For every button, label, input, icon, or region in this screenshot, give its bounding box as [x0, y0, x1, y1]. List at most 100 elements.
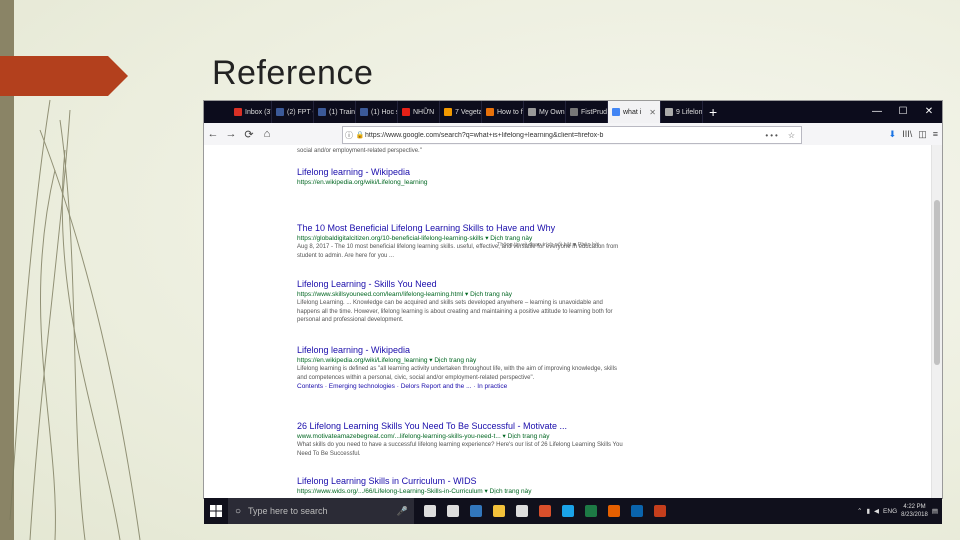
start-button[interactable] [204, 505, 228, 517]
taskbar-apps [418, 498, 671, 524]
result-title[interactable]: Lifelong learning - Wikipedia [297, 167, 627, 178]
search-icon: ○ [234, 505, 242, 517]
title-arrow-tag [0, 56, 128, 96]
skype-icon-glyph [561, 505, 574, 517]
google-icon [612, 108, 620, 116]
language-indicator[interactable]: ENG [883, 508, 897, 515]
tab-label: (1) Trainin [329, 108, 356, 116]
page-actions-icon[interactable]: ••• [761, 131, 783, 140]
result-snippet: Aug 8, 2017 - The 10 most beneficial lif… [297, 244, 619, 259]
reload-button[interactable]: ⟳ [240, 128, 258, 141]
excel-icon[interactable] [579, 498, 602, 524]
url-bar[interactable]: ⓘ 🔒 https://www.google.com/search?q=what… [342, 126, 802, 144]
result-item: The 10 Most Beneficial Lifelong Learning… [297, 223, 627, 260]
page-icon [570, 108, 578, 116]
result-url[interactable]: https://en.wikipedia.org/wiki/Lifelong_l… [297, 356, 627, 365]
maximize-button[interactable]: ☐ [890, 101, 916, 123]
bookmark-icon [486, 108, 494, 116]
excel-icon-glyph [584, 505, 597, 517]
browser-tab[interactable]: what i ✕ [608, 101, 661, 123]
new-tab-button[interactable]: + [703, 104, 723, 120]
browser-tab[interactable]: (1) Hoc sit [356, 101, 398, 123]
people-icon[interactable]: ⌃ [857, 507, 862, 515]
volume-icon[interactable]: ◀ [874, 507, 879, 515]
powerpoint-icon[interactable] [648, 498, 671, 524]
browser-tab[interactable]: How to fin [482, 101, 524, 123]
tab-label: FistPrudingAp [581, 108, 608, 116]
browser-window: Inbox (375) (2) FPT Ob (1) Trainin (1) Hoc … [204, 101, 942, 498]
forward-button[interactable]: → [222, 128, 240, 140]
minimize-button[interactable]: — [864, 101, 890, 123]
taskbar-search[interactable]: ○ Type here to search 🎤 [228, 498, 414, 524]
tab-label: My Own F [539, 108, 565, 116]
clock-time: 4:22 PM [903, 504, 926, 510]
clock[interactable]: 4:22 PM 8/23/2018 [901, 503, 928, 519]
folder-icon[interactable] [487, 498, 510, 524]
outlook-icon-glyph [630, 505, 643, 517]
clock-date: 8/23/2018 [901, 512, 928, 518]
store-icon[interactable] [441, 498, 464, 524]
nav-bar: ← → ⟳ ⌂ ⓘ 🔒 https://www.google.com/searc… [204, 123, 942, 146]
browser-tab[interactable]: FistPrudingAp [566, 101, 608, 123]
task-view-icon[interactable] [418, 498, 441, 524]
result-title[interactable]: Lifelong learning - Wikipedia [297, 345, 627, 356]
vertical-scrollbar[interactable] [931, 145, 942, 498]
sidebar-icon[interactable]: ◫ [918, 129, 927, 140]
firefox-icon[interactable] [602, 498, 625, 524]
download-icon[interactable]: ⬇ [889, 129, 897, 140]
browser-tab[interactable]: (1) Trainin [314, 101, 356, 123]
notifications-icon[interactable]: ▤ [932, 507, 938, 515]
result-url[interactable]: www.motivateamazebegreat.com/...lifelong… [297, 432, 627, 441]
result-title[interactable]: The 10 Most Beneficial Lifelong Learning… [297, 223, 627, 234]
result-url[interactable]: https://www.wids.org/.../66/Lifelong-Lea… [297, 487, 627, 496]
browser-tab[interactable]: (2) FPT Ob [272, 101, 314, 123]
result-title[interactable]: 26 Lifelong Learning Skills You Need To … [297, 421, 627, 432]
browser-tab[interactable]: My Own F [524, 101, 566, 123]
skype-icon[interactable] [556, 498, 579, 524]
menu-icon[interactable]: ≡ [933, 129, 938, 140]
result-title[interactable]: Lifelong Learning - Skills You Need [297, 279, 627, 290]
app-icon-glyph [538, 505, 551, 517]
tab-label: what i [623, 108, 642, 116]
microphone-icon[interactable]: 🎤 [397, 506, 414, 517]
home-button[interactable]: ⌂ [258, 128, 276, 140]
result-item: Lifelong Learning Skills in Curriculum -… [297, 476, 627, 496]
result-url[interactable]: https://www.skillsyouneed.com/learn/life… [297, 290, 627, 299]
bookmark-star-icon[interactable]: ☆ [784, 131, 801, 140]
result-url[interactable]: https://en.wikipedia.org/wiki/Lifelong_l… [297, 178, 627, 187]
result-sitelinks[interactable]: Contents · Emerging technologies · Delor… [297, 382, 627, 391]
close-button[interactable]: ✕ [916, 101, 942, 123]
browser-tab[interactable]: Inbox (375) [230, 101, 272, 123]
system-tray: ⌃ ▮ ◀ ENG 4:22 PM 8/23/2018 ▤ [857, 503, 942, 519]
result-title[interactable]: Lifelong Learning Skills in Curriculum -… [297, 476, 627, 487]
browser-tab[interactable]: NHỮN [398, 101, 440, 123]
lock-icon: 🔒 [355, 132, 365, 139]
network-icon[interactable]: ▮ [866, 507, 870, 515]
toolbar-right: ⬇ III\ ◫ ≡ [889, 129, 938, 140]
scrollbar-thumb[interactable] [934, 200, 940, 365]
outlook-icon[interactable] [625, 498, 648, 524]
browser-tab[interactable]: 7 Vegetab [440, 101, 482, 123]
result-item: Lifelong learning - Wikipedia https://en… [297, 345, 627, 391]
info-icon[interactable]: ⓘ [343, 130, 355, 141]
folder-icon-glyph [492, 505, 505, 517]
app-icon[interactable] [533, 498, 556, 524]
result-item: Lifelong Learning - Skills You Need http… [297, 279, 627, 325]
library-icon[interactable]: III\ [902, 129, 912, 140]
result-snippet: What skills do you need to have a succes… [297, 442, 623, 457]
store-bag-icon[interactable] [510, 498, 533, 524]
tab-label: 9 Lifelong [676, 108, 703, 116]
edge-icon-glyph [469, 505, 482, 517]
result-snippet: Lifelong Learning. ... Knowledge can be … [297, 300, 613, 323]
search-placeholder: Type here to search [248, 506, 328, 516]
browser-tab[interactable]: 9 Lifelong [661, 101, 703, 123]
result-url[interactable]: https://globaldigitalcitizen.org/10-bene… [297, 234, 627, 243]
windows-logo-icon [210, 505, 222, 517]
url-text[interactable]: https://www.google.com/search?q=what+is+… [365, 132, 761, 139]
close-tab-icon[interactable]: ✕ [649, 108, 656, 117]
facebook-icon [276, 108, 284, 116]
back-button[interactable]: ← [204, 128, 222, 140]
firefox-icon-glyph [607, 505, 620, 517]
edge-icon[interactable] [464, 498, 487, 524]
tab-label: How to fin [497, 108, 523, 116]
